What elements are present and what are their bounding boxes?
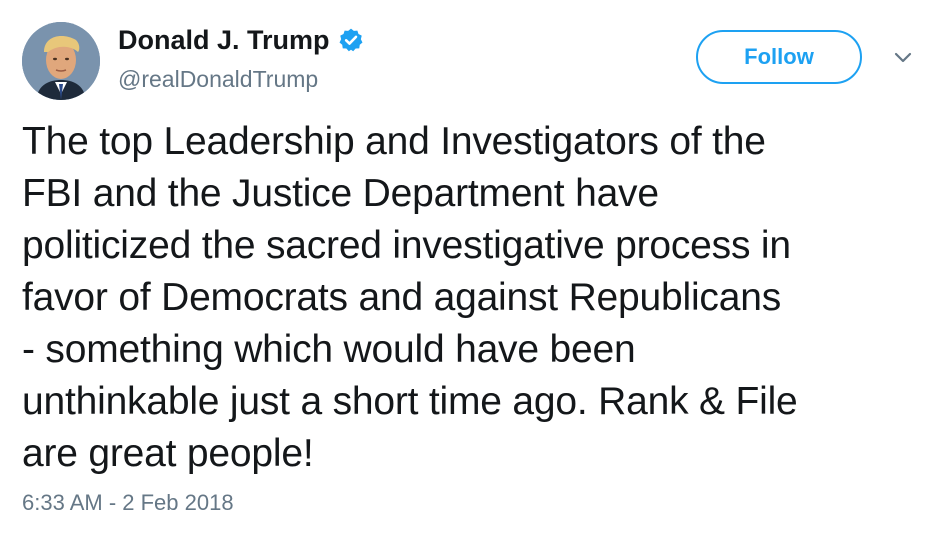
follow-button[interactable]: Follow (696, 30, 862, 84)
tweet-timestamp[interactable]: 6:33 AM - 2 Feb 2018 (22, 490, 234, 516)
author-name-row: Donald J. Trump (118, 24, 364, 56)
tweet-text: The top Leadership and Investigators of … (22, 120, 798, 475)
author-avatar[interactable] (22, 22, 100, 100)
verified-badge-icon (338, 27, 364, 53)
author-display-name[interactable]: Donald J. Trump (118, 25, 330, 56)
tweet-card: Donald J. Trump @realDonaldTrump Follow … (0, 0, 946, 538)
avatar-image (22, 22, 100, 100)
author-handle[interactable]: @realDonaldTrump (118, 66, 318, 93)
chevron-down-icon[interactable] (890, 48, 916, 68)
